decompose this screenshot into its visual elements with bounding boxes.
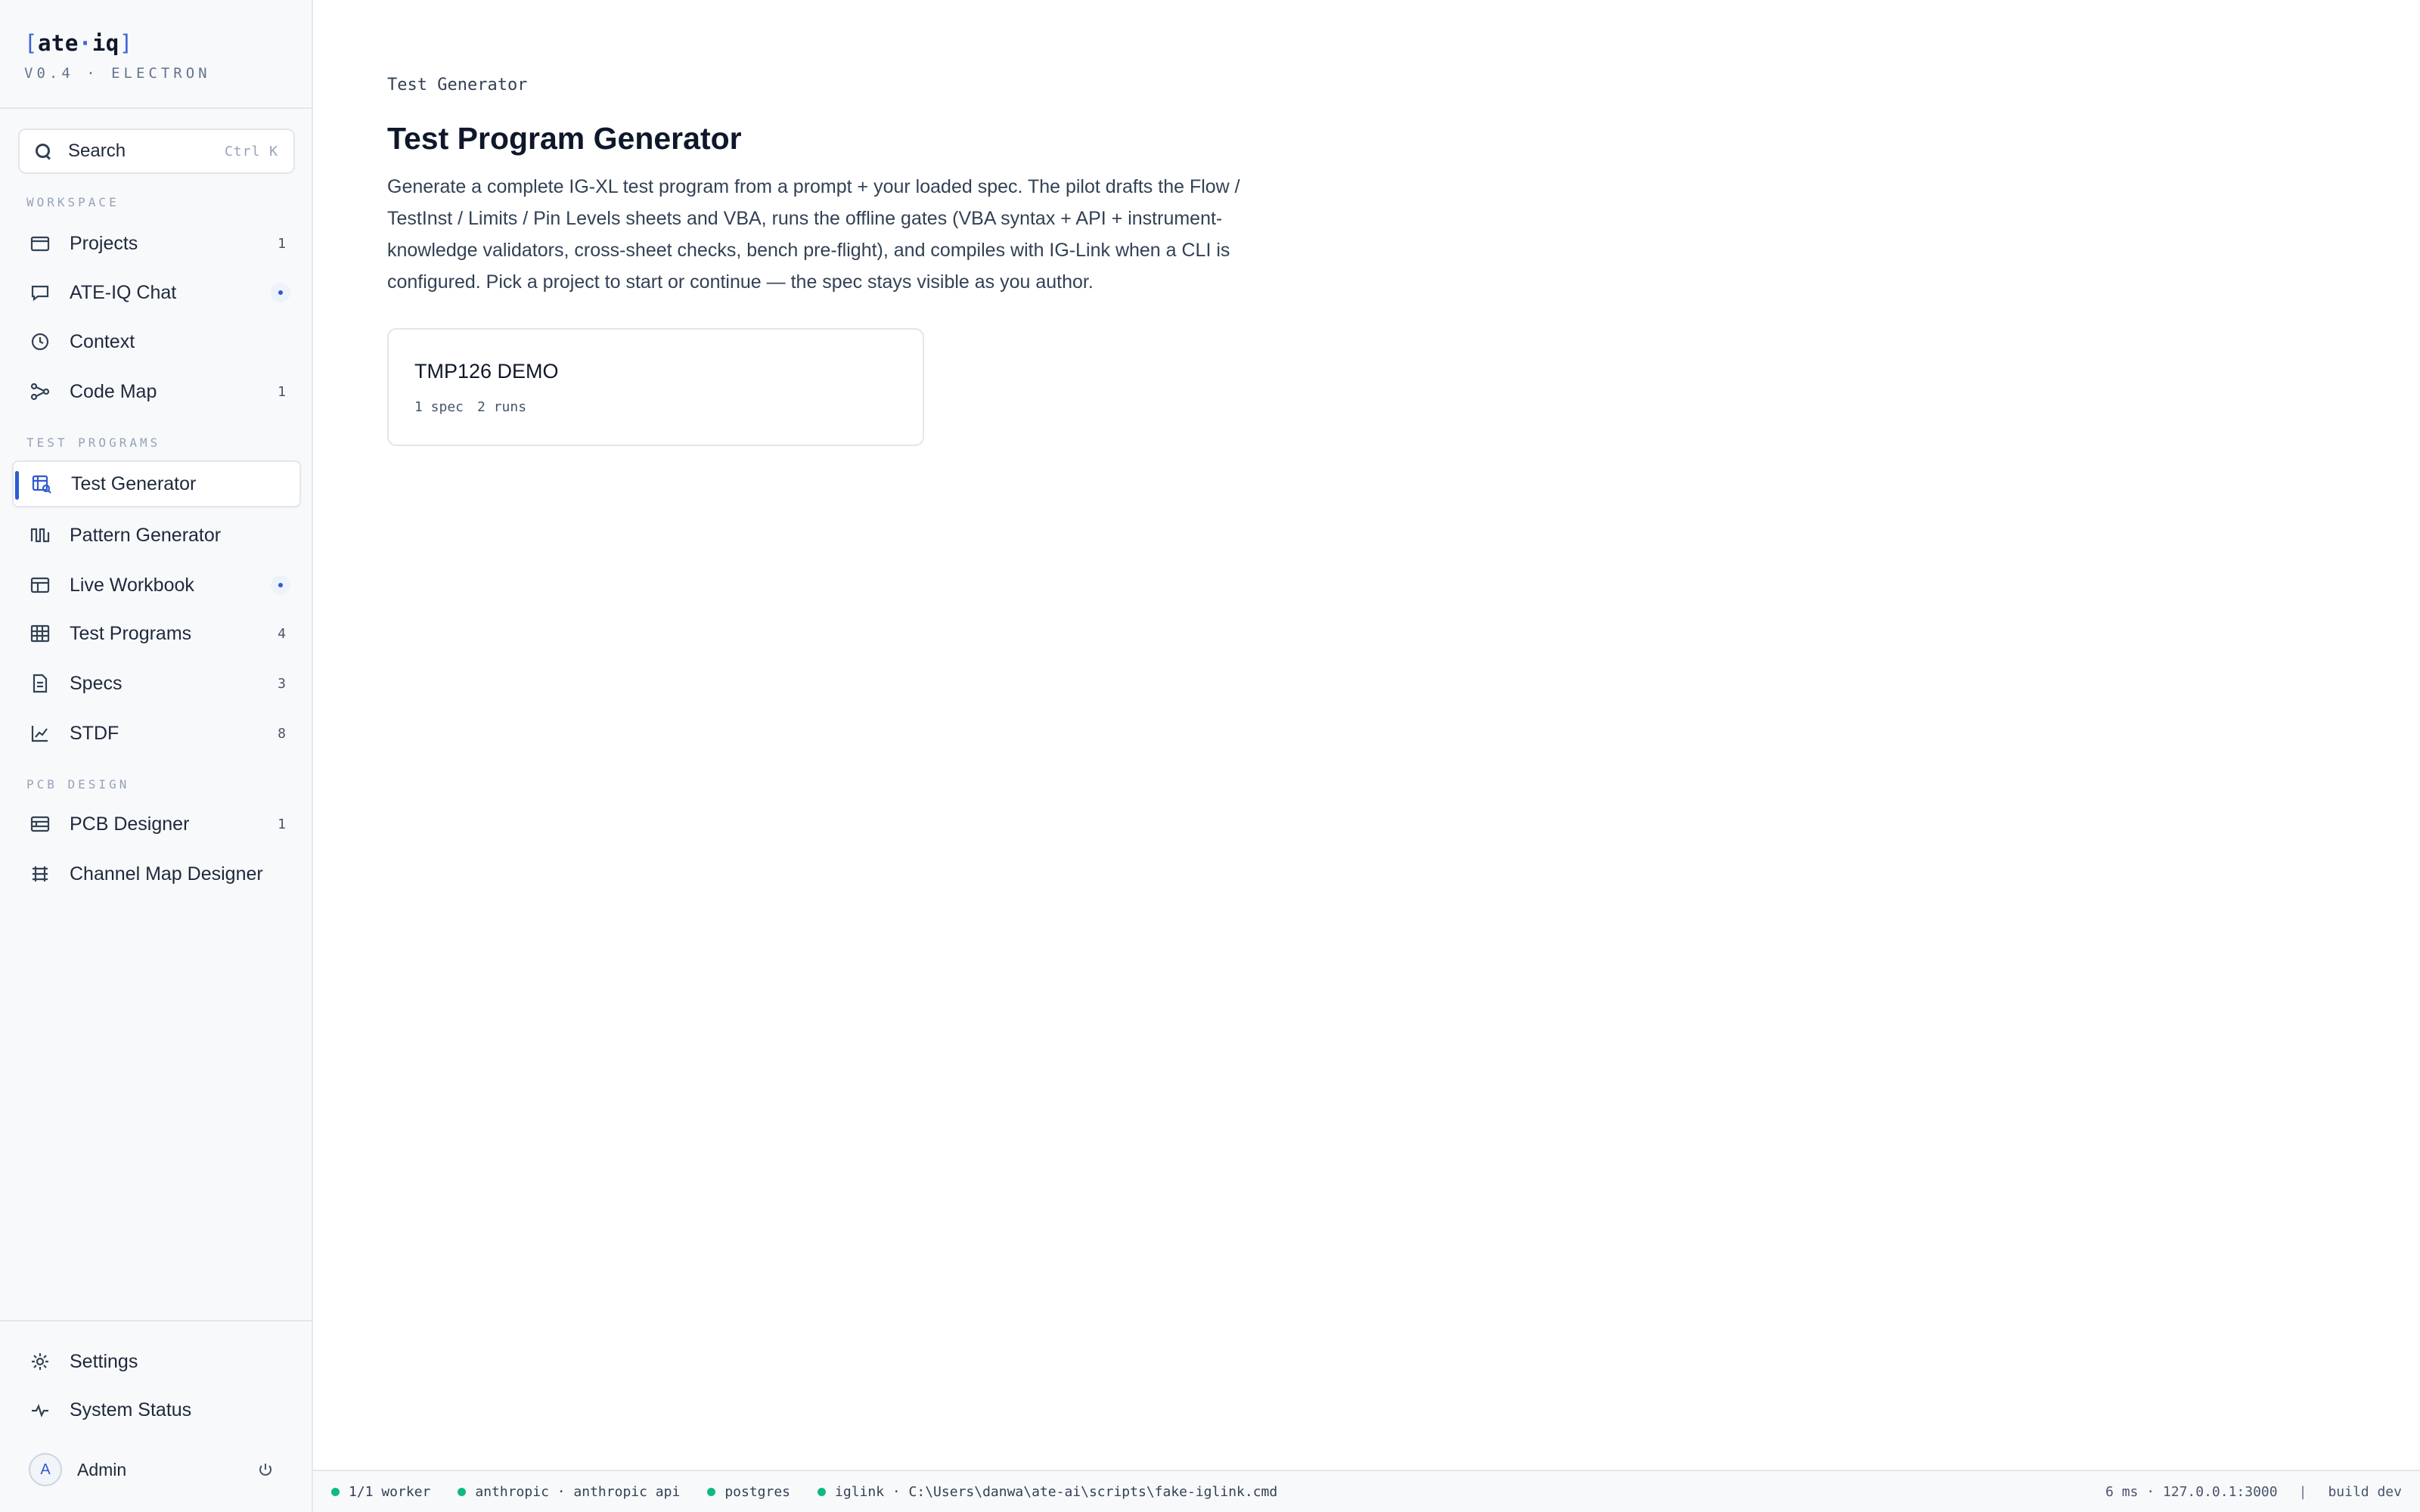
sidebar-item-stdf[interactable]: STDF 8 bbox=[12, 710, 301, 757]
count-badge: 4 bbox=[278, 625, 286, 642]
section-label-test-programs: TEST PROGRAMS bbox=[26, 435, 161, 450]
status-right: 6 ms · 127.0.0.1:3000 | build dev bbox=[2105, 1484, 2402, 1500]
status-workers[interactable]: 1/1 worker bbox=[331, 1484, 430, 1500]
search-icon bbox=[35, 143, 51, 160]
unread-dot bbox=[271, 283, 290, 302]
divider bbox=[0, 107, 312, 109]
user-menu[interactable]: A Admin bbox=[12, 1446, 301, 1493]
status-build: build dev bbox=[2328, 1483, 2402, 1500]
waveform-icon bbox=[29, 524, 51, 547]
line-chart-icon bbox=[29, 722, 51, 745]
gear-icon bbox=[29, 1350, 51, 1373]
sidebar-item-label: STDF bbox=[70, 722, 119, 744]
sidebar-item-label: Projects bbox=[70, 232, 138, 254]
graph-icon bbox=[29, 380, 51, 403]
spec-count: 1 spec bbox=[414, 399, 464, 415]
run-count: 2 runs bbox=[477, 399, 527, 415]
sidebar-item-test-generator[interactable]: Test Generator bbox=[12, 460, 301, 507]
count-badge: 1 bbox=[278, 235, 286, 252]
table-search-icon bbox=[30, 472, 53, 495]
sidebar-item-label: Test Generator bbox=[71, 472, 197, 494]
sidebar-item-label: System Status bbox=[70, 1399, 192, 1421]
status-ok-dot bbox=[331, 1487, 340, 1496]
sidebar-item-specs[interactable]: Specs 3 bbox=[12, 660, 301, 707]
sidebar-item-projects[interactable]: Projects 1 bbox=[12, 220, 301, 267]
sidebar-item-label: Channel Map Designer bbox=[70, 863, 263, 885]
sidebar-item-label: Live Workbook bbox=[70, 574, 194, 596]
document-icon bbox=[29, 672, 51, 695]
status-ok-dot bbox=[707, 1487, 716, 1496]
sidebar-item-settings[interactable]: Settings bbox=[12, 1338, 301, 1385]
status-bar: 1/1 worker anthropic · anthropic api pos… bbox=[313, 1470, 2420, 1512]
main-content: Test Generator Test Program Generator Ge… bbox=[313, 0, 2420, 1468]
workbook-icon bbox=[29, 574, 51, 596]
page-title: Test Program Generator bbox=[387, 121, 742, 156]
sidebar-item-label: Test Programs bbox=[70, 622, 192, 644]
breadcrumb: Test Generator bbox=[387, 76, 528, 94]
status-latency: 6 ms · 127.0.0.1:3000 bbox=[2105, 1483, 2278, 1500]
sidebar-item-test-programs[interactable]: Test Programs 4 bbox=[12, 610, 301, 657]
sidebar-item-pattern-generator[interactable]: Pattern Generator bbox=[12, 512, 301, 559]
sidebar-item-system-status[interactable]: System Status bbox=[12, 1387, 301, 1433]
sidebar-item-label: Context bbox=[70, 330, 135, 352]
avatar: A bbox=[29, 1453, 62, 1486]
sidebar-item-context[interactable]: Context bbox=[12, 318, 301, 365]
status-anthropic[interactable]: anthropic · anthropic api bbox=[458, 1484, 680, 1500]
count-badge: 3 bbox=[278, 675, 286, 692]
status-iglink[interactable]: iglink · C:\Users\danwa\ate-ai\scripts\f… bbox=[818, 1484, 1277, 1500]
project-card[interactable]: TMP126 DEMO 1 spec 2 runs bbox=[387, 328, 924, 446]
sidebar-item-label: ATE-IQ Chat bbox=[70, 281, 177, 303]
app-version: V0.4 · ELECTRON bbox=[24, 65, 211, 82]
sidebar-item-label: Specs bbox=[70, 672, 123, 694]
sidebar-item-live-workbook[interactable]: Live Workbook bbox=[12, 562, 301, 609]
sidebar-item-label: PCB Designer bbox=[70, 813, 190, 835]
channel-map-icon bbox=[29, 863, 51, 885]
sidebar-item-label: Pattern Generator bbox=[70, 524, 222, 546]
divider bbox=[0, 1320, 312, 1321]
grid-icon bbox=[29, 622, 51, 645]
project-meta: 1 spec 2 runs bbox=[414, 399, 526, 415]
page-description: Generate a complete IG-XL test program f… bbox=[387, 176, 1240, 293]
section-label-pcb-design: PCB DESIGN bbox=[26, 777, 130, 792]
search-label: Search bbox=[68, 141, 126, 161]
pulse-icon bbox=[29, 1399, 51, 1421]
sidebar-item-pcb-designer[interactable]: PCB Designer 1 bbox=[12, 801, 301, 847]
status-separator: | bbox=[2298, 1483, 2307, 1500]
status-postgres[interactable]: postgres bbox=[707, 1484, 790, 1500]
folder-icon bbox=[29, 232, 51, 255]
sidebar-item-label: Settings bbox=[70, 1350, 138, 1372]
brand: [ate·iq] V0.4 · ELECTRON bbox=[24, 30, 211, 82]
sidebar-item-chat[interactable]: ATE-IQ Chat bbox=[12, 269, 301, 316]
count-badge: 8 bbox=[278, 725, 286, 742]
search-box[interactable]: Search Ctrl K bbox=[18, 129, 295, 174]
sidebar-item-code-map[interactable]: Code Map 1 bbox=[12, 368, 301, 415]
board-icon bbox=[29, 813, 51, 835]
live-dot bbox=[271, 575, 290, 595]
status-ok-dot bbox=[818, 1487, 827, 1496]
project-name: TMP126 DEMO bbox=[414, 360, 559, 383]
app-logo[interactable]: [ate·iq] bbox=[24, 30, 211, 56]
search-shortcut: Ctrl K bbox=[224, 143, 278, 160]
chat-icon bbox=[29, 281, 51, 304]
count-badge: 1 bbox=[278, 383, 286, 400]
power-icon[interactable] bbox=[257, 1461, 274, 1478]
clock-icon bbox=[29, 330, 51, 353]
section-label-workspace: WORKSPACE bbox=[26, 195, 119, 209]
sidebar: [ate·iq] V0.4 · ELECTRON Search Ctrl K W… bbox=[0, 0, 313, 1512]
sidebar-item-channel-map-designer[interactable]: Channel Map Designer bbox=[12, 850, 301, 897]
count-badge: 1 bbox=[278, 816, 286, 832]
sidebar-item-label: Code Map bbox=[70, 380, 157, 402]
status-ok-dot bbox=[458, 1487, 467, 1496]
